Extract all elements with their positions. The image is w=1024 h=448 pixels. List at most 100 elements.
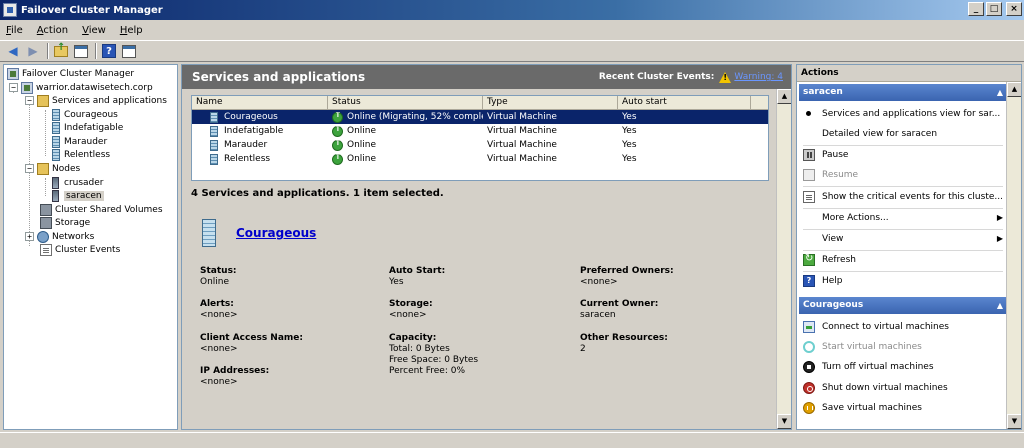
up-folder-button[interactable]: [52, 42, 70, 60]
action-services-view[interactable]: Services and applications view for sar..…: [803, 104, 1003, 123]
shared-volumes-icon: [40, 203, 52, 216]
server-icon: [52, 189, 59, 202]
shutdown-icon: [803, 381, 815, 394]
tree-item-node[interactable]: crusader: [50, 176, 104, 189]
detail-name-link[interactable]: Courageous: [236, 226, 316, 240]
pane-header: Services and applications Recent Cluster…: [182, 65, 791, 89]
prop-storage: Storage: <none>: [389, 299, 433, 320]
menu-help[interactable]: Help: [120, 25, 143, 36]
tree-item-root[interactable]: Failover Cluster Manager: [7, 67, 134, 80]
refresh-icon: [803, 253, 815, 266]
tree-item-cluster[interactable]: − warrior.datawisetech.corp: [9, 81, 153, 94]
tree-item-vm[interactable]: Courageous: [50, 108, 118, 121]
prop-current-owner: Current Owner: saracen: [580, 299, 659, 320]
back-arrow-icon[interactable]: ◀: [4, 42, 22, 60]
actions-section-courageous[interactable]: Courageous ▲: [799, 297, 1007, 314]
action-view[interactable]: View ▶: [803, 229, 1003, 248]
collapse-toggle[interactable]: −: [25, 164, 34, 173]
action-turn-off-vm[interactable]: Turn off virtual machines: [803, 357, 1003, 376]
forward-arrow-icon[interactable]: ▶: [24, 42, 42, 60]
prop-autostart: Auto Start: Yes: [389, 266, 446, 287]
table-row[interactable]: Marauder Online Virtual Machine Yes: [192, 138, 768, 152]
show-hide-action-pane-button[interactable]: [120, 42, 138, 60]
online-icon: [332, 125, 343, 137]
column-name[interactable]: Name: [192, 96, 328, 109]
help-button[interactable]: ?: [100, 42, 118, 60]
actions-section-saracen[interactable]: saracen ▲: [799, 84, 1007, 101]
help-icon: ?: [803, 274, 815, 287]
network-icon: [37, 230, 49, 243]
show-hide-tree-button[interactable]: [72, 42, 90, 60]
scroll-up-arrow-icon[interactable]: ▲: [777, 89, 791, 104]
virtual-machine-icon: [52, 135, 60, 148]
action-shut-down-vm[interactable]: Shut down virtual machines: [803, 378, 1003, 397]
action-pane-icon: [122, 44, 136, 58]
collapse-toggle[interactable]: −: [9, 83, 18, 92]
table-row[interactable]: Relentless Online Virtual Machine Yes: [192, 152, 768, 166]
action-more-actions[interactable]: More Actions... ▶: [803, 208, 1003, 227]
actions-pane: Actions saracen ▲ Services and applicati…: [796, 64, 1022, 430]
table-row[interactable]: Courageous Online (Migrating, 52% comple…: [192, 110, 768, 124]
warning-link[interactable]: Warning: 4: [734, 72, 783, 82]
action-detailed-view[interactable]: Detailed view for saracen: [803, 124, 1003, 143]
action-help[interactable]: ? Help: [803, 271, 1003, 290]
collapse-up-icon[interactable]: ▲: [997, 84, 1003, 101]
up-folder-icon: [54, 42, 68, 57]
submenu-arrow-icon: ▶: [996, 213, 1003, 222]
collapse-up-icon[interactable]: ▲: [997, 297, 1003, 314]
services-pane: Services and applications Recent Cluster…: [181, 64, 792, 430]
expand-toggle[interactable]: +: [25, 232, 34, 241]
detail-header: Courageous: [202, 219, 316, 247]
tree-item-events[interactable]: Cluster Events: [40, 243, 120, 256]
event-log-icon: [803, 190, 815, 203]
toolbar-separator: [95, 43, 97, 59]
title-bar[interactable]: Failover Cluster Manager _ □ ×: [0, 0, 1024, 20]
virtual-machine-icon: [210, 125, 218, 137]
minimize-button[interactable]: _: [968, 2, 984, 16]
close-button[interactable]: ×: [1006, 2, 1022, 16]
scroll-down-arrow-icon[interactable]: ▼: [1007, 414, 1021, 429]
action-show-critical-events[interactable]: Show the critical events for this cluste…: [803, 187, 1003, 206]
action-refresh[interactable]: Refresh: [803, 250, 1003, 269]
tree-item-vm[interactable]: Relentless: [50, 148, 110, 161]
column-status[interactable]: Status: [328, 96, 483, 109]
action-save-vm[interactable]: Save virtual machines: [803, 398, 1003, 417]
tree-item-vm[interactable]: Marauder: [50, 135, 107, 148]
action-connect-vm[interactable]: Connect to virtual machines: [803, 317, 1003, 336]
services-folder-icon: [37, 94, 49, 107]
selection-summary: 4 Services and applications. 1 item sele…: [191, 188, 444, 199]
collapse-toggle[interactable]: −: [25, 96, 34, 105]
tree-item-storage[interactable]: Storage: [40, 216, 90, 229]
scroll-up-arrow-icon[interactable]: ▲: [1007, 82, 1021, 97]
nodes-folder-icon: [37, 162, 49, 175]
events-icon: [40, 243, 52, 256]
action-pause[interactable]: Pause: [803, 145, 1003, 164]
table-row[interactable]: Indefatigable Online Virtual Machine Yes: [192, 124, 768, 138]
console-tree: Failover Cluster Manager − warrior.dataw…: [3, 64, 178, 430]
help-icon: ?: [102, 44, 116, 58]
prop-alerts: Alerts: <none>: [200, 299, 238, 320]
tree-item-vm[interactable]: Indefatigable: [50, 121, 123, 134]
tree-item-csv[interactable]: Cluster Shared Volumes: [40, 203, 163, 216]
maximize-button[interactable]: □: [986, 2, 1002, 16]
virtual-machine-icon: [210, 111, 218, 123]
column-type[interactable]: Type: [483, 96, 618, 109]
actions-scrollbar[interactable]: ▲ ▼: [1006, 82, 1021, 429]
tree-item-nodes[interactable]: − Nodes: [25, 162, 80, 175]
menu-file[interactable]: File: [6, 25, 23, 36]
online-icon: [332, 111, 343, 123]
connect-icon: [803, 320, 815, 333]
virtual-machine-icon: [202, 219, 216, 247]
tree-item-networks[interactable]: + Networks: [25, 230, 94, 243]
center-scrollbar[interactable]: ▲ ▼: [776, 89, 791, 429]
console-tree-icon: [74, 44, 88, 58]
column-autostart[interactable]: Auto start: [618, 96, 751, 109]
tree-item-services[interactable]: − Services and applications: [25, 94, 167, 107]
action-start-vm: Start virtual machines: [803, 337, 1003, 356]
virtual-machine-icon: [210, 153, 218, 165]
virtual-machine-icon: [52, 148, 60, 161]
tree-item-node-selected[interactable]: saracen: [50, 189, 104, 202]
menu-view[interactable]: View: [82, 25, 106, 36]
menu-action[interactable]: Action: [37, 25, 68, 36]
scroll-down-arrow-icon[interactable]: ▼: [777, 414, 791, 429]
